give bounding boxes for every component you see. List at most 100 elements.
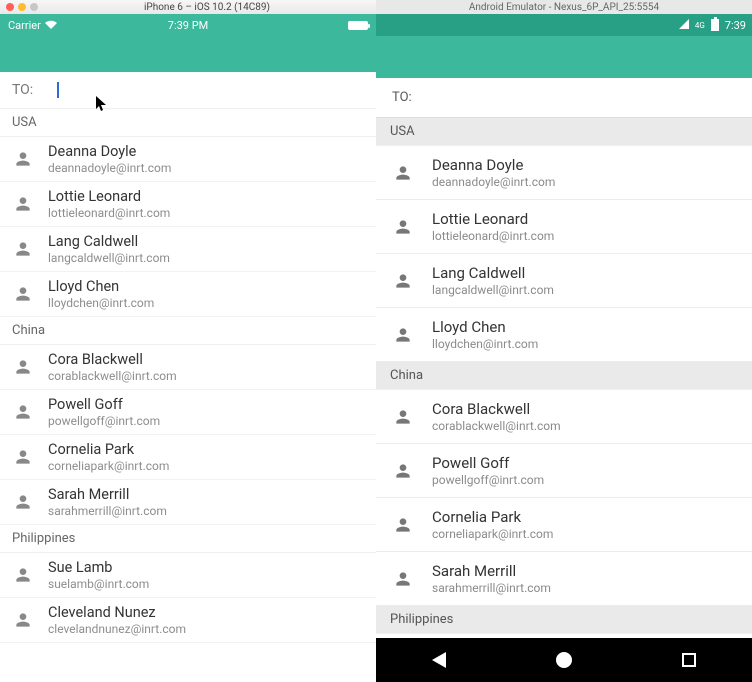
contact-email: corneliapark@inrt.com — [48, 459, 169, 473]
person-icon — [392, 216, 414, 238]
contact-name: Cora Blackwell — [48, 351, 177, 368]
person-icon — [392, 162, 414, 184]
contact-row[interactable]: Lang Caldwelllangcaldwell@inrt.com — [0, 227, 376, 272]
ios-appbar — [0, 36, 376, 72]
contact-row[interactable]: Lang Caldwelllangcaldwell@inrt.com — [376, 254, 752, 308]
person-icon — [12, 238, 34, 260]
contact-email: langcaldwell@inrt.com — [48, 251, 170, 265]
nav-back-button[interactable] — [430, 651, 448, 669]
contact-name: Sue Lamb — [48, 559, 149, 576]
contact-row[interactable]: Lottie Leonardlottieleonard@inrt.com — [0, 182, 376, 227]
ios-simulator: iPhone 6 – iOS 10.2 (14C89) Carrier 7:39… — [0, 0, 376, 682]
contact-row[interactable]: Cora Blackwellcorablackwell@inrt.com — [0, 345, 376, 390]
contact-info: Cora Blackwellcorablackwell@inrt.com — [48, 351, 177, 383]
contact-name: Lang Caldwell — [48, 233, 170, 250]
contact-name: Cora Blackwell — [432, 400, 561, 418]
contact-row[interactable]: Sarah Merrillsarahmerrill@inrt.com — [0, 480, 376, 525]
contact-email: langcaldwell@inrt.com — [432, 283, 554, 297]
person-icon — [392, 460, 414, 482]
text-cursor — [57, 82, 59, 98]
person-icon — [392, 568, 414, 590]
contact-email: lottieleonard@inrt.com — [48, 206, 170, 220]
person-icon — [12, 401, 34, 423]
section-header: USA — [376, 118, 752, 146]
android-statusbar: 4G 7:39 — [376, 14, 752, 36]
contact-name: Cornelia Park — [432, 508, 553, 526]
contact-name: Powell Goff — [432, 454, 544, 472]
contact-row[interactable]: Lottie Leonardlottieleonard@inrt.com — [376, 200, 752, 254]
contact-email: sarahmerrill@inrt.com — [48, 504, 167, 518]
contact-info: Sue Lambsuelamb@inrt.com — [48, 559, 149, 591]
contact-row[interactable]: Lloyd Chenlloydchen@inrt.com — [376, 308, 752, 362]
mouse-cursor-icon — [96, 96, 108, 116]
contact-info: Cleveland Nunezclevelandnunez@inrt.com — [48, 604, 186, 636]
person-icon — [12, 193, 34, 215]
person-icon — [12, 491, 34, 513]
contact-row[interactable]: Cornelia Parkcorneliapark@inrt.com — [0, 435, 376, 480]
contact-info: Cornelia Parkcorneliapark@inrt.com — [432, 508, 553, 541]
contact-row[interactable]: Powell Goffpowellgoff@inrt.com — [0, 390, 376, 435]
contact-info: Powell Goffpowellgoff@inrt.com — [48, 396, 160, 428]
contact-info: Sarah Merrillsarahmerrill@inrt.com — [432, 562, 551, 595]
contact-email: suelamb@inrt.com — [48, 577, 149, 591]
person-icon — [12, 148, 34, 170]
contact-row[interactable]: Sue Lambsuelamb@inrt.com — [0, 553, 376, 598]
contact-name: Powell Goff — [48, 396, 160, 413]
contact-row[interactable]: Sarah Merrillsarahmerrill@inrt.com — [376, 552, 752, 606]
contact-info: Lang Caldwelllangcaldwell@inrt.com — [48, 233, 170, 265]
contact-info: Lottie Leonardlottieleonard@inrt.com — [432, 210, 554, 243]
traffic-lights — [6, 3, 38, 11]
person-icon — [12, 356, 34, 378]
contact-email: sarahmerrill@inrt.com — [432, 581, 551, 595]
contact-name: Lloyd Chen — [432, 318, 538, 336]
person-icon — [392, 324, 414, 346]
contact-info: Sarah Merrillsarahmerrill@inrt.com — [48, 486, 167, 518]
wifi-icon — [45, 19, 57, 32]
contact-info: Lottie Leonardlottieleonard@inrt.com — [48, 188, 170, 220]
person-icon — [392, 514, 414, 536]
to-label: TO: — [12, 82, 33, 98]
android-window-title: Android Emulator - Nexus_6P_API_25:5554 — [376, 0, 752, 14]
contact-row[interactable]: Cora Blackwellcorablackwell@inrt.com — [376, 390, 752, 444]
contact-email: lottieleonard@inrt.com — [432, 229, 554, 243]
carrier-label: Carrier — [8, 19, 41, 32]
mac-titlebar: iPhone 6 – iOS 10.2 (14C89) — [0, 0, 376, 14]
contact-info: Cora Blackwellcorablackwell@inrt.com — [432, 400, 561, 433]
contact-info: Deanna Doyledeannadoyle@inrt.com — [48, 143, 171, 175]
nav-recent-button[interactable] — [680, 651, 698, 669]
nav-home-button[interactable] — [555, 651, 573, 669]
battery-icon — [711, 19, 719, 31]
contact-name: Lottie Leonard — [48, 188, 170, 205]
contact-row[interactable]: Powell Goffpowellgoff@inrt.com — [376, 444, 752, 498]
contact-row[interactable]: Cleveland Nunezclevelandnunez@inrt.com — [0, 598, 376, 643]
contact-row[interactable]: Deanna Doyledeannadoyle@inrt.com — [0, 137, 376, 182]
to-field[interactable]: TO: — [376, 78, 752, 118]
person-icon — [392, 270, 414, 292]
contact-email: corablackwell@inrt.com — [432, 419, 561, 433]
contact-row[interactable]: Cornelia Parkcorneliapark@inrt.com — [376, 498, 752, 552]
to-field[interactable]: TO: — [0, 72, 376, 109]
contact-name: Sarah Merrill — [432, 562, 551, 580]
contact-name: Cornelia Park — [48, 441, 169, 458]
contact-email: powellgoff@inrt.com — [432, 473, 544, 487]
contact-email: corneliapark@inrt.com — [432, 527, 553, 541]
contact-email: lloydchen@inrt.com — [432, 337, 538, 351]
contact-info: Deanna Doyledeannadoyle@inrt.com — [432, 156, 555, 189]
contact-name: Deanna Doyle — [432, 156, 555, 174]
window-minimize-icon[interactable] — [18, 3, 26, 11]
person-icon — [12, 283, 34, 305]
contact-name: Sarah Merrill — [48, 486, 167, 503]
contact-email: corablackwell@inrt.com — [48, 369, 177, 383]
window-close-icon[interactable] — [6, 3, 14, 11]
person-icon — [392, 406, 414, 428]
contact-email: clevelandnunez@inrt.com — [48, 622, 186, 636]
contact-name: Cleveland Nunez — [48, 604, 186, 621]
ios-contact-list[interactable]: USADeanna Doyledeannadoyle@inrt.comLotti… — [0, 109, 376, 643]
battery-icon — [348, 21, 368, 30]
contact-row[interactable]: Lloyd Chenlloydchen@inrt.com — [0, 272, 376, 317]
android-contact-list[interactable]: USA Deanna Doyledeannadoyle@inrt.com Lotti… — [376, 118, 752, 638]
contact-row[interactable]: Deanna Doyledeannadoyle@inrt.com — [376, 146, 752, 200]
window-zoom-icon[interactable] — [30, 3, 38, 11]
contact-info: Lang Caldwelllangcaldwell@inrt.com — [432, 264, 554, 297]
contact-name: Lottie Leonard — [432, 210, 554, 228]
